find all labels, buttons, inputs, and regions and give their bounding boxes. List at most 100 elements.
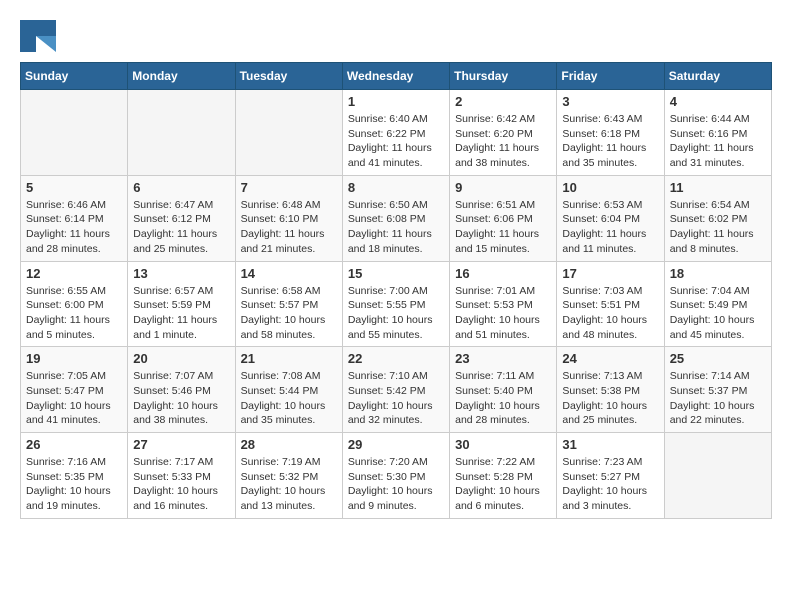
day-info: Sunrise: 6:57 AM Sunset: 5:59 PM Dayligh… — [133, 284, 229, 343]
calendar-cell: 8Sunrise: 6:50 AM Sunset: 6:08 PM Daylig… — [342, 175, 449, 261]
calendar-cell: 10 Sunrise: 6:53 AM Sunset: 6:04 PM Dayli… — [557, 175, 664, 261]
day-number: 6 — [133, 180, 229, 195]
day-number: 22 — [348, 351, 444, 366]
day-number: 20 — [133, 351, 229, 366]
calendar-cell: 17 Sunrise: 7:03 AM Sunset: 5:51 PM Dayli… — [557, 261, 664, 347]
day-number: 13 — [133, 266, 229, 281]
day-info: Sunrise: 7:01 AM Sunset: 5:53 PM Dayligh… — [455, 284, 551, 343]
calendar-cell: 6 Sunrise: 6:47 AM Sunset: 6:12 PM Daylig… — [128, 175, 235, 261]
calendar-cell: 9 Sunrise: 6:51 AM Sunset: 6:06 PM Daylig… — [450, 175, 557, 261]
calendar-cell: 7Sunrise: 6:48 AM Sunset: 6:10 PM Daylig… — [235, 175, 342, 261]
calendar-cell: 25 Sunrise: 7:14 AM Sunset: 5:37 PM Dayli… — [664, 347, 771, 433]
day-info: Sunrise: 7:13 AM Sunset: 5:38 PM Dayligh… — [562, 369, 658, 428]
calendar-cell: 15 Sunrise: 7:00 AM Sunset: 5:55 PM Dayli… — [342, 261, 449, 347]
day-info: Sunrise: 7:20 AM Sunset: 5:30 PM Dayligh… — [348, 455, 444, 514]
header-monday: Monday — [128, 63, 235, 90]
calendar-cell: 29 Sunrise: 7:20 AM Sunset: 5:30 PM Dayli… — [342, 433, 449, 519]
day-number: 30 — [455, 437, 551, 452]
day-info: Sunrise: 6:55 AM Sunset: 6:00 PM Dayligh… — [26, 284, 122, 343]
day-info: Sunrise: 7:14 AM Sunset: 5:37 PM Dayligh… — [670, 369, 766, 428]
calendar-cell: 2 Sunrise: 6:42 AM Sunset: 6:20 PM Daylig… — [450, 90, 557, 176]
calendar-cell — [128, 90, 235, 176]
calendar-cell: 5 Sunrise: 6:46 AM Sunset: 6:14 PM Daylig… — [21, 175, 128, 261]
day-number: 2 — [455, 94, 551, 109]
calendar-cell: 4 Sunrise: 6:44 AM Sunset: 6:16 PM Daylig… — [664, 90, 771, 176]
day-info: Sunrise: 6:51 AM Sunset: 6:06 PM Dayligh… — [455, 198, 551, 257]
day-number: 5 — [26, 180, 122, 195]
day-info: Sunrise: 6:58 AM Sunset: 5:57 PM Dayligh… — [241, 284, 337, 343]
page-header — [20, 20, 772, 52]
header-wednesday: Wednesday — [342, 63, 449, 90]
calendar-week-4: 19 Sunrise: 7:05 AM Sunset: 5:47 PM Dayli… — [21, 347, 772, 433]
calendar-cell: 23 Sunrise: 7:11 AM Sunset: 5:40 PM Dayli… — [450, 347, 557, 433]
calendar-cell: 22 Sunrise: 7:10 AM Sunset: 5:42 PM Dayli… — [342, 347, 449, 433]
day-info: Sunrise: 6:46 AM Sunset: 6:14 PM Dayligh… — [26, 198, 122, 257]
day-info: Sunrise: 7:11 AM Sunset: 5:40 PM Dayligh… — [455, 369, 551, 428]
calendar-week-1: 1Sunrise: 6:40 AM Sunset: 6:22 PM Daylig… — [21, 90, 772, 176]
day-number: 29 — [348, 437, 444, 452]
day-number: 12 — [26, 266, 122, 281]
day-info: Sunrise: 7:03 AM Sunset: 5:51 PM Dayligh… — [562, 284, 658, 343]
day-number: 31 — [562, 437, 658, 452]
day-number: 14 — [241, 266, 337, 281]
calendar-cell: 19 Sunrise: 7:05 AM Sunset: 5:47 PM Dayli… — [21, 347, 128, 433]
day-info: Sunrise: 6:47 AM Sunset: 6:12 PM Dayligh… — [133, 198, 229, 257]
day-number: 17 — [562, 266, 658, 281]
day-info: Sunrise: 7:16 AM Sunset: 5:35 PM Dayligh… — [26, 455, 122, 514]
calendar-cell: 11Sunrise: 6:54 AM Sunset: 6:02 PM Dayli… — [664, 175, 771, 261]
header-saturday: Saturday — [664, 63, 771, 90]
day-info: Sunrise: 6:43 AM Sunset: 6:18 PM Dayligh… — [562, 112, 658, 171]
day-info: Sunrise: 7:05 AM Sunset: 5:47 PM Dayligh… — [26, 369, 122, 428]
day-number: 19 — [26, 351, 122, 366]
calendar-cell: 20 Sunrise: 7:07 AM Sunset: 5:46 PM Dayli… — [128, 347, 235, 433]
day-number: 4 — [670, 94, 766, 109]
calendar-cell — [235, 90, 342, 176]
calendar-cell: 16 Sunrise: 7:01 AM Sunset: 5:53 PM Dayli… — [450, 261, 557, 347]
calendar-cell: 18 Sunrise: 7:04 AM Sunset: 5:49 PM Dayli… — [664, 261, 771, 347]
calendar-cell: 21 Sunrise: 7:08 AM Sunset: 5:44 PM Dayli… — [235, 347, 342, 433]
day-number: 23 — [455, 351, 551, 366]
calendar-cell: 24Sunrise: 7:13 AM Sunset: 5:38 PM Dayli… — [557, 347, 664, 433]
day-info: Sunrise: 7:19 AM Sunset: 5:32 PM Dayligh… — [241, 455, 337, 514]
day-info: Sunrise: 7:17 AM Sunset: 5:33 PM Dayligh… — [133, 455, 229, 514]
calendar-week-5: 26 Sunrise: 7:16 AM Sunset: 5:35 PM Dayli… — [21, 433, 772, 519]
day-info: Sunrise: 6:40 AM Sunset: 6:22 PM Dayligh… — [348, 112, 444, 171]
calendar-cell: 28 Sunrise: 7:19 AM Sunset: 5:32 PM Dayli… — [235, 433, 342, 519]
day-info: Sunrise: 6:42 AM Sunset: 6:20 PM Dayligh… — [455, 112, 551, 171]
header-sunday: Sunday — [21, 63, 128, 90]
day-number: 16 — [455, 266, 551, 281]
day-info: Sunrise: 6:44 AM Sunset: 6:16 PM Dayligh… — [670, 112, 766, 171]
day-number: 11 — [670, 180, 766, 195]
day-number: 18 — [670, 266, 766, 281]
day-info: Sunrise: 7:00 AM Sunset: 5:55 PM Dayligh… — [348, 284, 444, 343]
calendar-header-row: SundayMondayTuesdayWednesdayThursdayFrid… — [21, 63, 772, 90]
calendar-cell — [664, 433, 771, 519]
logo-icon — [20, 20, 56, 52]
calendar-cell: 14 Sunrise: 6:58 AM Sunset: 5:57 PM Dayli… — [235, 261, 342, 347]
day-info: Sunrise: 7:22 AM Sunset: 5:28 PM Dayligh… — [455, 455, 551, 514]
day-number: 25 — [670, 351, 766, 366]
day-number: 10 — [562, 180, 658, 195]
calendar-cell: 30 Sunrise: 7:22 AM Sunset: 5:28 PM Dayli… — [450, 433, 557, 519]
calendar-week-2: 5 Sunrise: 6:46 AM Sunset: 6:14 PM Daylig… — [21, 175, 772, 261]
calendar-table: SundayMondayTuesdayWednesdayThursdayFrid… — [20, 62, 772, 519]
day-info: Sunrise: 6:48 AM Sunset: 6:10 PM Dayligh… — [241, 198, 337, 257]
logo — [20, 20, 58, 52]
calendar-cell: 13 Sunrise: 6:57 AM Sunset: 5:59 PM Dayli… — [128, 261, 235, 347]
day-info: Sunrise: 6:53 AM Sunset: 6:04 PM Dayligh… — [562, 198, 658, 257]
calendar-cell: 1Sunrise: 6:40 AM Sunset: 6:22 PM Daylig… — [342, 90, 449, 176]
calendar-cell: 3Sunrise: 6:43 AM Sunset: 6:18 PM Daylig… — [557, 90, 664, 176]
day-number: 26 — [26, 437, 122, 452]
header-thursday: Thursday — [450, 63, 557, 90]
calendar-week-3: 12 Sunrise: 6:55 AM Sunset: 6:00 PM Dayli… — [21, 261, 772, 347]
day-number: 21 — [241, 351, 337, 366]
day-info: Sunrise: 7:10 AM Sunset: 5:42 PM Dayligh… — [348, 369, 444, 428]
day-number: 9 — [455, 180, 551, 195]
day-info: Sunrise: 7:07 AM Sunset: 5:46 PM Dayligh… — [133, 369, 229, 428]
day-info: Sunrise: 7:04 AM Sunset: 5:49 PM Dayligh… — [670, 284, 766, 343]
day-number: 15 — [348, 266, 444, 281]
day-info: Sunrise: 7:23 AM Sunset: 5:27 PM Dayligh… — [562, 455, 658, 514]
calendar-cell: 31 Sunrise: 7:23 AM Sunset: 5:27 PM Dayli… — [557, 433, 664, 519]
day-info: Sunrise: 7:08 AM Sunset: 5:44 PM Dayligh… — [241, 369, 337, 428]
day-number: 28 — [241, 437, 337, 452]
